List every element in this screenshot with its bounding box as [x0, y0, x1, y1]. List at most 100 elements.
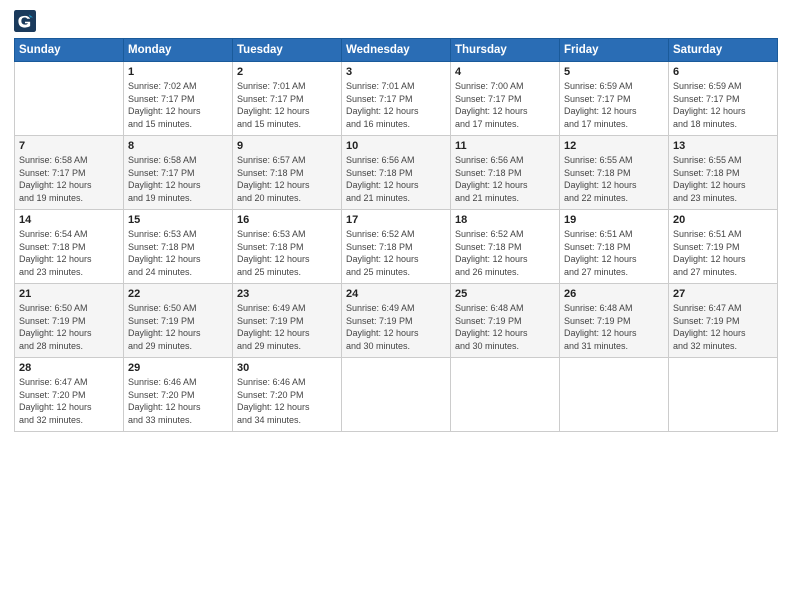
- day-number: 7: [19, 140, 119, 152]
- day-info: Sunrise: 6:49 AM Sunset: 7:19 PM Dayligh…: [346, 302, 446, 352]
- day-info: Sunrise: 6:52 AM Sunset: 7:18 PM Dayligh…: [455, 228, 555, 278]
- day-info: Sunrise: 6:54 AM Sunset: 7:18 PM Dayligh…: [19, 228, 119, 278]
- day-info: Sunrise: 6:55 AM Sunset: 7:18 PM Dayligh…: [564, 154, 664, 204]
- calendar-cell: 23Sunrise: 6:49 AM Sunset: 7:19 PM Dayli…: [233, 284, 342, 358]
- day-number: 6: [673, 66, 773, 78]
- day-number: 14: [19, 214, 119, 226]
- day-info: Sunrise: 6:56 AM Sunset: 7:18 PM Dayligh…: [346, 154, 446, 204]
- day-info: Sunrise: 7:01 AM Sunset: 7:17 PM Dayligh…: [346, 80, 446, 130]
- day-number: 2: [237, 66, 337, 78]
- calendar-cell: [560, 358, 669, 432]
- day-info: Sunrise: 6:51 AM Sunset: 7:18 PM Dayligh…: [564, 228, 664, 278]
- day-info: Sunrise: 6:56 AM Sunset: 7:18 PM Dayligh…: [455, 154, 555, 204]
- day-number: 3: [346, 66, 446, 78]
- calendar-week-row: 28 Sunrise: 6:47 AM Sunset: 7:20 PM Dayli…: [15, 358, 778, 432]
- day-info: Sunrise: 6:59 AM Sunset: 7:17 PM Dayligh…: [564, 80, 664, 130]
- day-number: 24: [346, 288, 446, 300]
- calendar-cell: 11Sunrise: 6:56 AM Sunset: 7:18 PM Dayli…: [451, 136, 560, 210]
- calendar-header-row: SundayMondayTuesdayWednesdayThursdayFrid…: [15, 39, 778, 62]
- day-header-sunday: Sunday: [15, 39, 124, 62]
- calendar-cell: [342, 358, 451, 432]
- calendar-cell: 16Sunrise: 6:53 AM Sunset: 7:18 PM Dayli…: [233, 210, 342, 284]
- day-info: Sunrise: 6:53 AM Sunset: 7:18 PM Dayligh…: [128, 228, 228, 278]
- day-number: 23: [237, 288, 337, 300]
- day-number: 30: [237, 362, 337, 374]
- calendar-week-row: 21Sunrise: 6:50 AM Sunset: 7:19 PM Dayli…: [15, 284, 778, 358]
- calendar-cell: 9 Sunrise: 6:57 AM Sunset: 7:18 PM Daylig…: [233, 136, 342, 210]
- calendar-cell: 6 Sunrise: 6:59 AM Sunset: 7:17 PM Daylig…: [669, 62, 778, 136]
- day-number: 22: [128, 288, 228, 300]
- day-info: Sunrise: 6:47 AM Sunset: 7:20 PM Dayligh…: [19, 376, 119, 426]
- calendar-cell: 24 Sunrise: 6:49 AM Sunset: 7:19 PM Dayli…: [342, 284, 451, 358]
- day-info: Sunrise: 6:55 AM Sunset: 7:18 PM Dayligh…: [673, 154, 773, 204]
- calendar-week-row: 1 Sunrise: 7:02 AM Sunset: 7:17 PM Daylig…: [15, 62, 778, 136]
- day-number: 17: [346, 214, 446, 226]
- calendar-cell: 25 Sunrise: 6:48 AM Sunset: 7:19 PM Dayli…: [451, 284, 560, 358]
- day-info: Sunrise: 6:52 AM Sunset: 7:18 PM Dayligh…: [346, 228, 446, 278]
- day-header-wednesday: Wednesday: [342, 39, 451, 62]
- calendar-cell: 17 Sunrise: 6:52 AM Sunset: 7:18 PM Dayli…: [342, 210, 451, 284]
- calendar-cell: 3 Sunrise: 7:01 AM Sunset: 7:17 PM Daylig…: [342, 62, 451, 136]
- calendar-cell: 26Sunrise: 6:48 AM Sunset: 7:19 PM Dayli…: [560, 284, 669, 358]
- day-number: 4: [455, 66, 555, 78]
- day-number: 15: [128, 214, 228, 226]
- logo-icon: [14, 10, 36, 32]
- calendar-cell: [451, 358, 560, 432]
- calendar-cell: 30 Sunrise: 6:46 AM Sunset: 7:20 PM Dayli…: [233, 358, 342, 432]
- calendar-cell: 28 Sunrise: 6:47 AM Sunset: 7:20 PM Dayli…: [15, 358, 124, 432]
- calendar-cell: 1 Sunrise: 7:02 AM Sunset: 7:17 PM Daylig…: [124, 62, 233, 136]
- calendar-cell: 12 Sunrise: 6:55 AM Sunset: 7:18 PM Dayli…: [560, 136, 669, 210]
- day-number: 8: [128, 140, 228, 152]
- day-number: 13: [673, 140, 773, 152]
- calendar-cell: 29 Sunrise: 6:46 AM Sunset: 7:20 PM Dayli…: [124, 358, 233, 432]
- calendar-cell: 18 Sunrise: 6:52 AM Sunset: 7:18 PM Dayli…: [451, 210, 560, 284]
- calendar-cell: 21Sunrise: 6:50 AM Sunset: 7:19 PM Dayli…: [15, 284, 124, 358]
- day-header-thursday: Thursday: [451, 39, 560, 62]
- calendar-table: SundayMondayTuesdayWednesdayThursdayFrid…: [14, 38, 778, 432]
- calendar-cell: 10 Sunrise: 6:56 AM Sunset: 7:18 PM Dayli…: [342, 136, 451, 210]
- day-info: Sunrise: 6:58 AM Sunset: 7:17 PM Dayligh…: [19, 154, 119, 204]
- calendar-cell: 4 Sunrise: 7:00 AM Sunset: 7:17 PM Daylig…: [451, 62, 560, 136]
- calendar-cell: 19 Sunrise: 6:51 AM Sunset: 7:18 PM Dayli…: [560, 210, 669, 284]
- calendar-week-row: 7 Sunrise: 6:58 AM Sunset: 7:17 PM Daylig…: [15, 136, 778, 210]
- day-number: 28: [19, 362, 119, 374]
- day-number: 18: [455, 214, 555, 226]
- day-info: Sunrise: 6:46 AM Sunset: 7:20 PM Dayligh…: [237, 376, 337, 426]
- calendar-cell: [669, 358, 778, 432]
- day-info: Sunrise: 7:00 AM Sunset: 7:17 PM Dayligh…: [455, 80, 555, 130]
- day-info: Sunrise: 6:57 AM Sunset: 7:18 PM Dayligh…: [237, 154, 337, 204]
- calendar-week-row: 14 Sunrise: 6:54 AM Sunset: 7:18 PM Dayli…: [15, 210, 778, 284]
- calendar-cell: 15 Sunrise: 6:53 AM Sunset: 7:18 PM Dayli…: [124, 210, 233, 284]
- day-number: 29: [128, 362, 228, 374]
- day-info: Sunrise: 6:59 AM Sunset: 7:17 PM Dayligh…: [673, 80, 773, 130]
- day-number: 19: [564, 214, 664, 226]
- day-number: 1: [128, 66, 228, 78]
- calendar-cell: 2 Sunrise: 7:01 AM Sunset: 7:17 PM Daylig…: [233, 62, 342, 136]
- day-info: Sunrise: 7:02 AM Sunset: 7:17 PM Dayligh…: [128, 80, 228, 130]
- day-number: 9: [237, 140, 337, 152]
- day-header-monday: Monday: [124, 39, 233, 62]
- day-number: 25: [455, 288, 555, 300]
- day-info: Sunrise: 6:48 AM Sunset: 7:19 PM Dayligh…: [455, 302, 555, 352]
- day-info: Sunrise: 6:46 AM Sunset: 7:20 PM Dayligh…: [128, 376, 228, 426]
- calendar-cell: 8Sunrise: 6:58 AM Sunset: 7:17 PM Daylig…: [124, 136, 233, 210]
- day-info: Sunrise: 7:01 AM Sunset: 7:17 PM Dayligh…: [237, 80, 337, 130]
- day-number: 10: [346, 140, 446, 152]
- day-info: Sunrise: 6:51 AM Sunset: 7:19 PM Dayligh…: [673, 228, 773, 278]
- day-info: Sunrise: 6:50 AM Sunset: 7:19 PM Dayligh…: [128, 302, 228, 352]
- day-number: 27: [673, 288, 773, 300]
- day-info: Sunrise: 6:53 AM Sunset: 7:18 PM Dayligh…: [237, 228, 337, 278]
- day-info: Sunrise: 6:47 AM Sunset: 7:19 PM Dayligh…: [673, 302, 773, 352]
- header: [14, 10, 778, 32]
- calendar-cell: 7 Sunrise: 6:58 AM Sunset: 7:17 PM Daylig…: [15, 136, 124, 210]
- day-info: Sunrise: 6:50 AM Sunset: 7:19 PM Dayligh…: [19, 302, 119, 352]
- day-header-friday: Friday: [560, 39, 669, 62]
- day-header-tuesday: Tuesday: [233, 39, 342, 62]
- day-number: 12: [564, 140, 664, 152]
- day-number: 20: [673, 214, 773, 226]
- calendar-cell: 13 Sunrise: 6:55 AM Sunset: 7:18 PM Dayli…: [669, 136, 778, 210]
- logo: [14, 10, 39, 32]
- calendar-cell: 14 Sunrise: 6:54 AM Sunset: 7:18 PM Dayli…: [15, 210, 124, 284]
- calendar-cell: 22 Sunrise: 6:50 AM Sunset: 7:19 PM Dayli…: [124, 284, 233, 358]
- calendar-cell: 5Sunrise: 6:59 AM Sunset: 7:17 PM Daylig…: [560, 62, 669, 136]
